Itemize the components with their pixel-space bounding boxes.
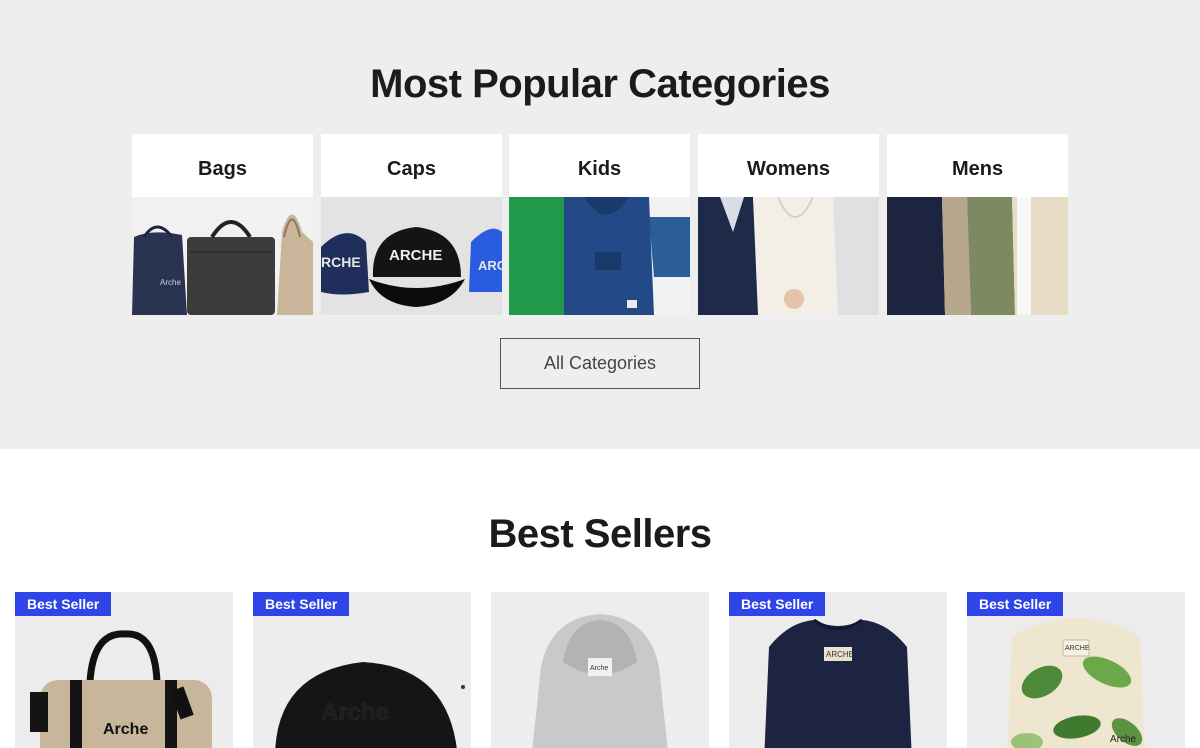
category-card-bags[interactable]: Bags Arche bbox=[132, 134, 313, 315]
mens-image bbox=[887, 197, 1068, 315]
category-card-mens[interactable]: Mens bbox=[887, 134, 1068, 315]
category-card-womens[interactable]: Womens bbox=[698, 134, 879, 315]
all-categories-button[interactable]: All Categories bbox=[500, 338, 700, 389]
cap-logo-text: Arche bbox=[321, 699, 389, 726]
category-label: Mens bbox=[951, 158, 1004, 180]
bag-logo-text: Arche bbox=[160, 278, 181, 287]
product-card[interactable]: Best Seller ARCHE bbox=[729, 592, 947, 748]
grey-hoodie-image: Arche bbox=[491, 592, 709, 748]
shirt-tag-text: ARCHE bbox=[1065, 645, 1090, 652]
category-card-caps[interactable]: Caps RCHE ARC ARCHE bbox=[321, 134, 502, 315]
caps-image: RCHE ARC ARCHE bbox=[321, 197, 502, 315]
bags-image: Arche bbox=[132, 197, 313, 315]
bag-logo-text: Arche bbox=[103, 721, 148, 738]
cap-text-center: ARCHE bbox=[389, 247, 442, 264]
kids-image bbox=[509, 197, 690, 315]
category-label: Womens bbox=[747, 158, 830, 180]
category-label: Caps bbox=[387, 158, 436, 180]
shirt-logo-text: Arche bbox=[1110, 734, 1137, 745]
section-title: Best Sellers bbox=[488, 512, 712, 556]
category-label: Kids bbox=[577, 158, 622, 180]
product-card[interactable]: Best Seller Arche bbox=[253, 592, 471, 748]
section-title: Most Popular Categories bbox=[370, 62, 830, 106]
best-seller-badge: Best Seller bbox=[253, 592, 350, 616]
category-card-kids[interactable]: Kids bbox=[509, 134, 690, 315]
product-card[interactable]: Best Seller Arche bbox=[15, 592, 233, 748]
product-card[interactable]: Best Seller ARCHE Arche bbox=[967, 592, 1185, 748]
best-seller-badge: Best Seller bbox=[967, 592, 1064, 616]
category-label: Bags bbox=[198, 158, 247, 180]
womens-image bbox=[698, 197, 879, 315]
tee-logo-text: ARCHE bbox=[826, 650, 854, 659]
popular-categories-section: Most Popular Categories Bags Arche Caps bbox=[0, 0, 1200, 449]
best-seller-badge: Best Seller bbox=[15, 592, 112, 616]
cap-text-left: RCHE bbox=[321, 254, 361, 270]
best-seller-badge: Best Seller bbox=[729, 592, 826, 616]
product-card[interactable]: Arche bbox=[491, 592, 709, 748]
hoodie-logo-text: Arche bbox=[590, 665, 608, 672]
cap-text-right: ARC bbox=[478, 258, 502, 273]
